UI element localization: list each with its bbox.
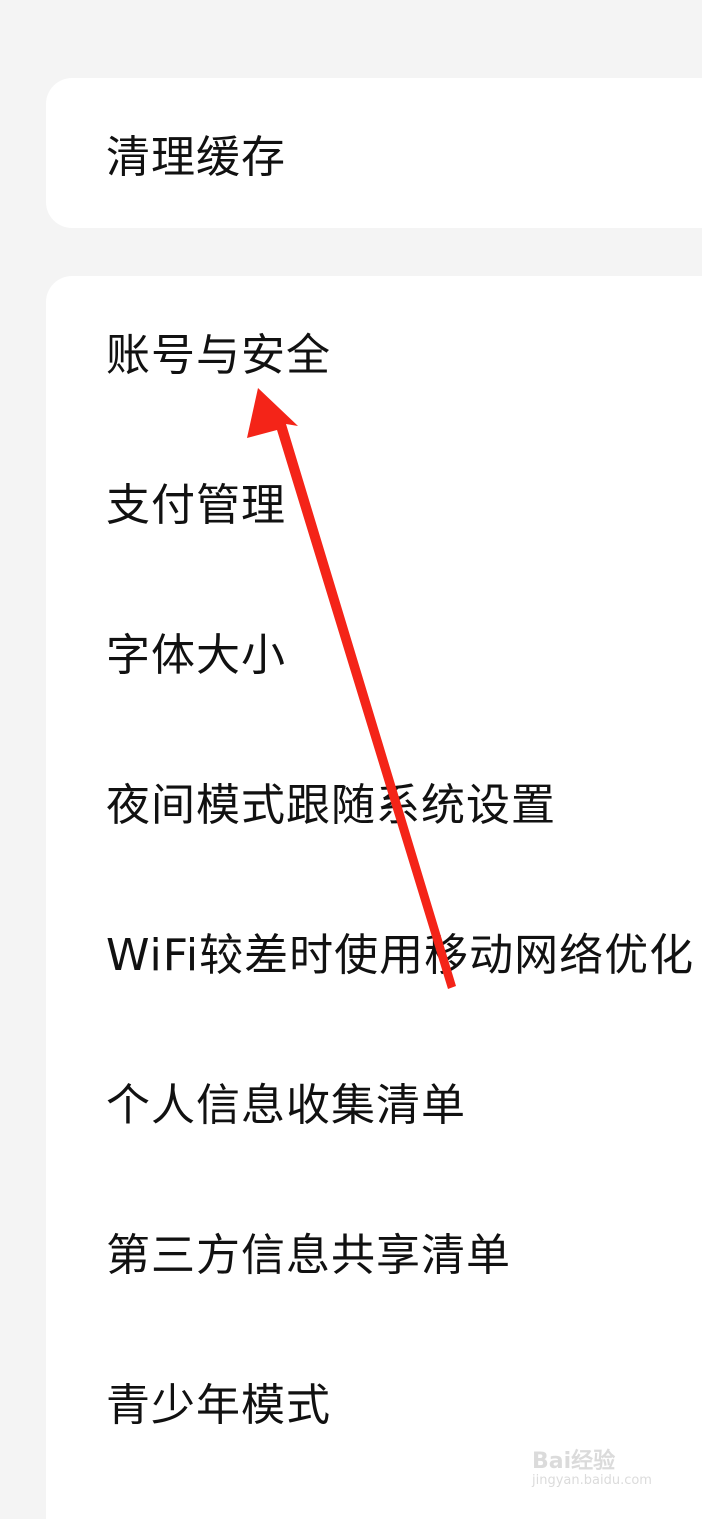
settings-group-cache: 清理缓存 [46,78,702,228]
settings-item-label: WiFi较差时使用移动网络优化 [106,930,695,981]
settings-item-label: 清理缓存 [106,132,286,183]
settings-item-wifi-mobile-network-optimization[interactable]: WiFi较差时使用移动网络优化 [46,876,702,1026]
settings-group-general: 账号与安全 支付管理 字体大小 夜间模式跟随系统设置 WiFi较差时使用移动网络… [46,276,702,1519]
settings-item-personal-info-collection-list[interactable]: 个人信息收集清单 [46,1026,702,1176]
watermark-logo: Bai经验 jingyan.baidu.com [532,1443,662,1493]
settings-item-label: 字体大小 [106,630,286,681]
settings-item-night-mode-follow-system[interactable]: 夜间模式跟随系统设置 [46,726,702,876]
settings-item-account-security[interactable]: 账号与安全 [46,276,702,426]
settings-item-label: 个人信息收集清单 [106,1080,466,1131]
settings-item-clear-cache[interactable]: 清理缓存 [46,78,702,228]
settings-item-label: 支付管理 [106,480,286,531]
settings-item-label: 账号与安全 [106,330,331,381]
settings-item-third-party-sharing-list[interactable]: 第三方信息共享清单 [46,1176,702,1326]
settings-item-payment-management[interactable]: 支付管理 [46,426,702,576]
settings-item-font-size[interactable]: 字体大小 [46,576,702,726]
watermark-url: jingyan.baidu.com [532,1473,652,1488]
settings-item-label: 第三方信息共享清单 [106,1230,511,1281]
watermark-brand: Bai经验 [532,1449,616,1474]
settings-item-label: 夜间模式跟随系统设置 [106,780,556,831]
settings-screen: 清理缓存 账号与安全 支付管理 字体大小 夜间模式跟随系统设置 WiFi较差时使… [0,0,702,1519]
settings-item-label: 青少年模式 [106,1380,331,1431]
